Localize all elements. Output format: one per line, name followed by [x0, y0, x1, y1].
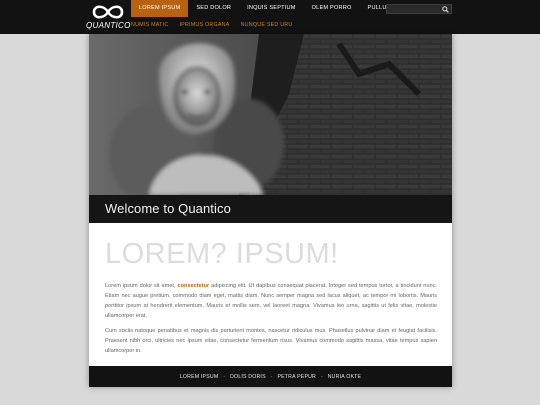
subnav-item-numis-matic[interactable]: NUMIS MATIC	[131, 17, 168, 34]
page-container: Welcome to Quantico LOREM? IPSUM! Lorem …	[89, 34, 452, 387]
brand-name: QUANTICO	[86, 21, 131, 30]
brand-logo[interactable]: QUANTICO	[86, 3, 130, 33]
infinity-icon	[92, 5, 124, 19]
hero-caption-bar: Welcome to Quantico	[89, 195, 452, 223]
search-box	[386, 4, 452, 14]
p1-text-before: Lorem ipsum dolor sit amet,	[105, 283, 178, 289]
nav-item-sed-dolor[interactable]: SED DOLOR	[188, 0, 239, 17]
page-headline: LOREM? IPSUM!	[105, 238, 339, 270]
p1-highlight-link[interactable]: consectetur	[177, 283, 209, 289]
footer-separator: -	[321, 373, 323, 380]
search-input[interactable]	[389, 5, 441, 13]
search-icon[interactable]	[442, 6, 449, 13]
footer-bar: LOREM IPSUM - DOLIS DORIS - PETRA PEPUR …	[89, 366, 452, 387]
body-paragraph-2: Cum sociis natoque penatibus et magnis d…	[105, 328, 437, 354]
hero-image	[89, 34, 452, 195]
body-paragraph-1: Lorem ipsum dolor sit amet, consectetur …	[105, 281, 437, 321]
subnav-item-nunque-sed-uru[interactable]: NUNQUE SED URU	[241, 17, 293, 34]
nav-item-inquis-septium[interactable]: INQUIS SEPTIUM	[239, 0, 304, 17]
hero-photo	[89, 34, 452, 195]
footer-link-lorem-ipsum[interactable]: LOREM IPSUM	[180, 374, 219, 380]
top-bar: QUANTICO LOREM IPSUM SED DOLOR INQUIS SE…	[0, 0, 540, 34]
footer-link-petra-pepur[interactable]: PETRA PEPUR	[277, 374, 316, 380]
hero-caption: Welcome to Quantico	[105, 201, 231, 216]
main-nav: LOREM IPSUM SED DOLOR INQUIS SEPTIUM OLE…	[131, 0, 424, 17]
nav-item-lorem-ipsum[interactable]: LOREM IPSUM	[131, 0, 189, 17]
nav-item-olem-porro[interactable]: OLEM PORRO	[304, 0, 360, 17]
sub-nav: NUMIS MATIC IPRIMUS ORGANA NUNQUE SED UR…	[131, 17, 303, 34]
footer-link-dolis-doris[interactable]: DOLIS DORIS	[230, 374, 266, 380]
footer-separator: -	[270, 373, 273, 380]
footer-link-nuria-okte[interactable]: NURIA OKTE	[328, 374, 361, 380]
subnav-item-iprimus-organa[interactable]: IPRIMUS ORGANA	[179, 17, 229, 34]
footer-separator: -	[223, 373, 226, 380]
